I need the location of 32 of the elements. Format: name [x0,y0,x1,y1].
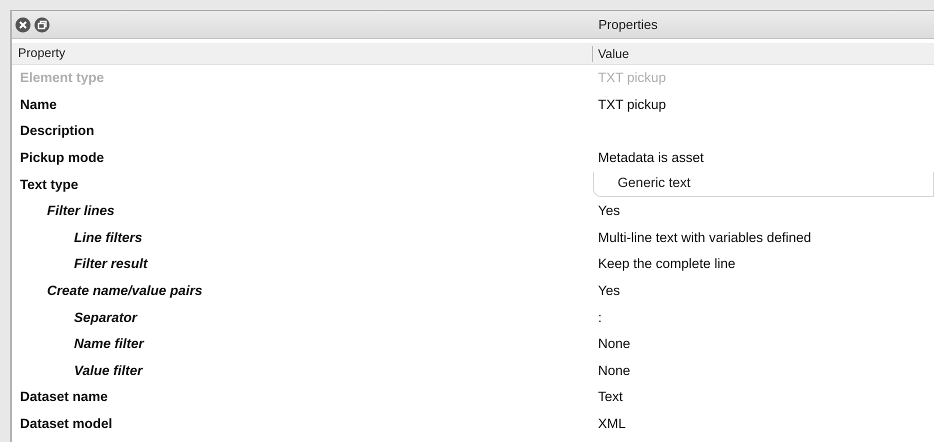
restore-icon[interactable] [34,16,50,32]
property-name: Dataset name [20,388,108,406]
property-name: Line filters [74,228,142,247]
property-name: Separator [74,308,138,327]
close-icon[interactable] [15,16,31,32]
property-name: Create name/value pairs [47,282,202,300]
window-title: Properties [597,16,658,32]
property-value: Keep the complete line [597,255,736,274]
property-value: Metadata is asset [597,148,704,167]
text-type-dropdown[interactable]: Generic text [592,172,934,198]
property-name: Element type [20,69,104,88]
property-name: Description [20,122,94,140]
property-name: Text type [20,176,78,194]
property-value: None [597,362,630,380]
property-value: None [597,335,630,354]
property-value: Multi-line text with variables defined [597,228,812,247]
property-value: TXT pickup [597,96,666,114]
column-header: Property [18,46,66,60]
property-value: TXT pickup [597,69,666,88]
property-name: Filter result [74,255,148,274]
property-value: : [597,308,602,327]
property-name: Name filter [74,335,144,354]
property-name: Filter lines [47,202,115,220]
property-value: Text [597,388,623,406]
property-name: Pickup mode [20,148,104,167]
property-name: Name [20,96,57,114]
column-header: Value [592,46,630,62]
property-value: Yes [597,282,620,300]
property-value: XML [597,414,626,433]
property-name: Value filter [74,362,143,380]
property-name: Dataset model [20,414,112,433]
property-value: Yes [597,202,620,220]
